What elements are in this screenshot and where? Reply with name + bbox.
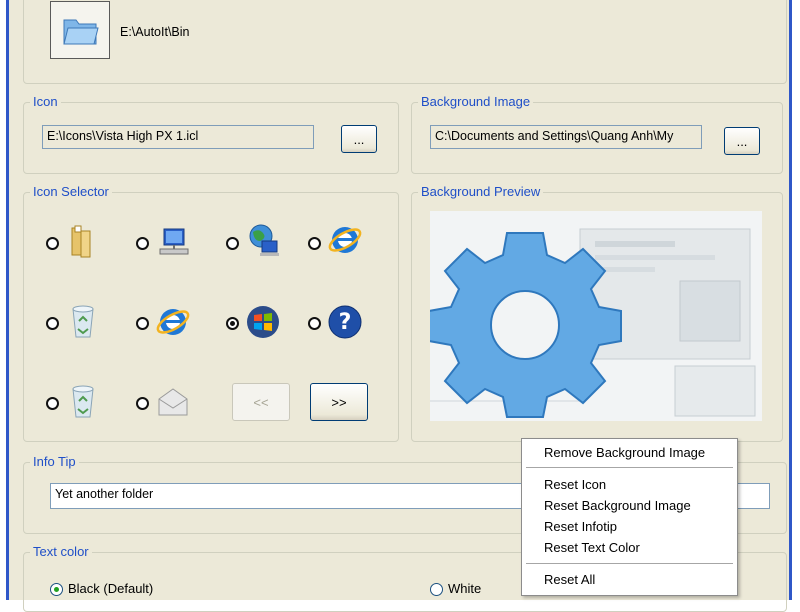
icon-option-radio-3[interactable] — [226, 237, 239, 250]
text-color-white-radio[interactable] — [430, 583, 443, 596]
menu-item-reset-text-color[interactable]: Reset Text Color — [544, 539, 640, 557]
folder-icon-button[interactable] — [50, 1, 110, 59]
svg-text:?: ? — [339, 310, 352, 335]
menu-item-reset-infotip[interactable]: Reset Infotip — [544, 518, 617, 536]
folder-path: E:\AutoIt\Bin — [120, 25, 190, 39]
menu-item-reset-background-image[interactable]: Reset Background Image — [544, 497, 691, 515]
background-preview-image — [430, 211, 762, 421]
menu-item-reset-icon[interactable]: Reset Icon — [544, 476, 606, 494]
icon-selector-group: Icon Selector ? << >> — [23, 184, 399, 442]
internet-explorer-icon — [156, 309, 190, 335]
gear-icon — [430, 211, 762, 421]
internet-explorer-icon — [328, 227, 362, 253]
icon-browse-button[interactable]: ... — [341, 125, 377, 153]
context-menu: Remove Background Image Reset Icon Reset… — [521, 438, 738, 596]
next-icons-button[interactable]: >> — [310, 383, 368, 421]
background-image-group: Background Image C:\Documents and Settin… — [411, 94, 783, 174]
icon-option-radio-4[interactable] — [308, 237, 321, 250]
background-preview-label: Background Preview — [418, 184, 544, 200]
help-icon: ? — [328, 305, 362, 339]
text-color-black-radio[interactable] — [50, 583, 63, 596]
folder-group: E:\AutoIt\Bin — [23, 0, 787, 84]
info-tip-label: Info Tip — [30, 454, 79, 470]
background-image-label: Background Image — [418, 94, 534, 110]
menu-item-reset-all[interactable]: Reset All — [544, 571, 595, 589]
text-color-black-label: Black (Default) — [68, 581, 154, 596]
folder-icon — [71, 225, 91, 258]
background-browse-button[interactable]: ... — [724, 127, 760, 155]
envelope-icon — [158, 388, 188, 416]
icon-group: Icon E:\Icons\Vista High PX 1.icl ... — [23, 94, 399, 174]
menu-item-remove-background-image[interactable]: Remove Background Image — [544, 444, 705, 462]
icon-path-field[interactable]: E:\Icons\Vista High PX 1.icl — [42, 125, 314, 149]
icon-group-label: Icon — [30, 94, 61, 110]
background-path-field[interactable]: C:\Documents and Settings\Quang Anh\My — [430, 125, 702, 149]
icon-option-radio-2[interactable] — [136, 237, 149, 250]
icon-selector-label: Icon Selector — [30, 184, 112, 200]
network-globe-icon — [249, 224, 279, 256]
icon-option-radio-10[interactable] — [136, 397, 149, 410]
menu-separator — [526, 563, 733, 564]
icon-option-radio-7[interactable] — [226, 317, 239, 330]
previous-icons-button[interactable]: << — [232, 383, 290, 421]
text-color-label: Text color — [30, 544, 92, 560]
recycle-bin-icon — [72, 385, 94, 418]
windows-orb-icon — [247, 306, 279, 338]
network-computer-icon — [159, 228, 189, 255]
menu-separator — [526, 467, 733, 468]
icon-option-radio-6[interactable] — [136, 317, 149, 330]
text-color-white-label: White — [448, 581, 482, 596]
recycle-bin-icon — [72, 305, 94, 338]
folder-icon — [63, 19, 99, 45]
icon-option-radio-5[interactable] — [46, 317, 59, 330]
icon-option-radio-9[interactable] — [46, 397, 59, 410]
icon-option-radio-8[interactable] — [308, 317, 321, 330]
icon-option-radio-1[interactable] — [46, 237, 59, 250]
background-preview-group: Background Preview — [411, 184, 783, 442]
